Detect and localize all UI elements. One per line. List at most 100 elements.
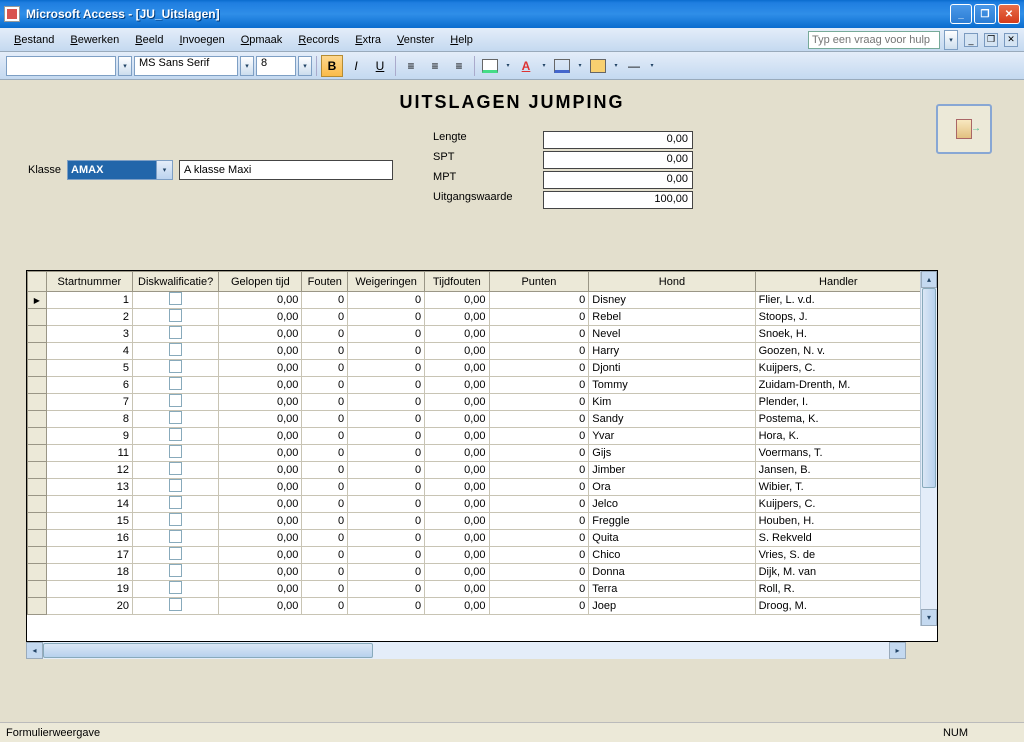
row-selector[interactable] [28,462,47,479]
tijd-cell[interactable]: 0,00 [219,581,302,598]
hond-cell[interactable]: Freggle [589,513,755,530]
menu-help[interactable]: Help [442,31,481,49]
tijdfouten-cell[interactable]: 0,00 [425,292,489,309]
fouten-cell[interactable]: 0 [302,394,348,411]
punten-cell[interactable]: 0 [489,394,589,411]
disq-cell[interactable] [132,360,218,377]
fouten-cell[interactable]: 0 [302,377,348,394]
table-row[interactable]: 150,00000,000FreggleHouben, H. [28,513,922,530]
startnummer-cell[interactable]: 13 [46,479,132,496]
row-selector[interactable] [28,598,47,615]
disq-cell[interactable] [132,462,218,479]
punten-cell[interactable]: 0 [489,377,589,394]
klasse-desc-input[interactable] [179,160,393,180]
tijdfouten-cell[interactable]: 0,00 [425,513,489,530]
startnummer-cell[interactable]: 4 [46,343,132,360]
tijd-cell[interactable]: 0,00 [219,343,302,360]
tijd-cell[interactable]: 0,00 [219,309,302,326]
weigeringen-cell[interactable]: 0 [348,309,425,326]
tijdfouten-cell[interactable]: 0,00 [425,394,489,411]
table-row[interactable]: 80,00000,000SandyPostema, K. [28,411,922,428]
tijdfouten-cell[interactable]: 0,00 [425,564,489,581]
diskwalificatie-checkbox[interactable] [169,547,182,560]
tijd-cell[interactable]: 0,00 [219,377,302,394]
column-header[interactable]: Diskwalificatie? [132,272,218,292]
special-effect-dropdown[interactable]: ▾ [647,55,657,77]
weigeringen-cell[interactable]: 0 [348,377,425,394]
startnummer-cell[interactable]: 3 [46,326,132,343]
startnummer-cell[interactable]: 19 [46,581,132,598]
startnummer-cell[interactable]: 15 [46,513,132,530]
handler-cell[interactable]: Vries, S. de [755,547,921,564]
weigeringen-cell[interactable]: 0 [348,564,425,581]
maximize-button[interactable]: ❐ [974,4,996,24]
row-selector[interactable] [28,411,47,428]
punten-cell[interactable]: 0 [489,581,589,598]
align-center-button[interactable]: ≡ [424,55,446,77]
column-header[interactable]: Hond [589,272,755,292]
punten-cell[interactable]: 0 [489,360,589,377]
disq-cell[interactable] [132,428,218,445]
weigeringen-cell[interactable]: 0 [348,496,425,513]
hond-cell[interactable]: Nevel [589,326,755,343]
hond-cell[interactable]: Jimber [589,462,755,479]
disq-cell[interactable] [132,598,218,615]
fouten-cell[interactable]: 0 [302,343,348,360]
handler-cell[interactable]: Kuijpers, C. [755,360,921,377]
tijdfouten-cell[interactable]: 0,00 [425,479,489,496]
tijdfouten-cell[interactable]: 0,00 [425,309,489,326]
row-selector[interactable] [28,564,47,581]
handler-cell[interactable]: Hora, K. [755,428,921,445]
tijdfouten-cell[interactable]: 0,00 [425,377,489,394]
weigeringen-cell[interactable]: 0 [348,411,425,428]
startnummer-cell[interactable]: 20 [46,598,132,615]
hond-cell[interactable]: Chico [589,547,755,564]
hond-cell[interactable]: Yvar [589,428,755,445]
table-row[interactable]: 170,00000,000ChicoVries, S. de [28,547,922,564]
object-dropdown[interactable]: ▾ [118,56,132,76]
handler-cell[interactable]: Snoek, H. [755,326,921,343]
fouten-cell[interactable]: 0 [302,411,348,428]
font-select[interactable]: MS Sans Serif [134,56,238,76]
scroll-up-arrow[interactable]: ▴ [921,271,937,288]
hond-cell[interactable]: Harry [589,343,755,360]
diskwalificatie-checkbox[interactable] [169,309,182,322]
underline-button[interactable]: U [369,55,391,77]
disq-cell[interactable] [132,326,218,343]
hond-cell[interactable]: Kim [589,394,755,411]
punten-cell[interactable]: 0 [489,547,589,564]
disq-cell[interactable] [132,445,218,462]
menu-invoegen[interactable]: Invoegen [171,31,232,49]
weigeringen-cell[interactable]: 0 [348,513,425,530]
column-header[interactable]: Startnummer [46,272,132,292]
handler-cell[interactable]: Voermans, T. [755,445,921,462]
punten-cell[interactable]: 0 [489,309,589,326]
weigeringen-cell[interactable]: 0 [348,479,425,496]
diskwalificatie-checkbox[interactable] [169,479,182,492]
diskwalificatie-checkbox[interactable] [169,530,182,543]
weigeringen-cell[interactable]: 0 [348,547,425,564]
handler-cell[interactable]: Dijk, M. van [755,564,921,581]
fouten-cell[interactable]: 0 [302,445,348,462]
horizontal-scrollbar[interactable]: ◂ ▸ [26,642,906,659]
hond-cell[interactable]: Donna [589,564,755,581]
fouten-cell[interactable]: 0 [302,428,348,445]
table-row[interactable]: 50,00000,000DjontiKuijpers, C. [28,360,922,377]
weigeringen-cell[interactable]: 0 [348,530,425,547]
bold-button[interactable]: B [321,55,343,77]
handler-cell[interactable]: Zuidam-Drenth, M. [755,377,921,394]
startnummer-cell[interactable]: 17 [46,547,132,564]
punten-cell[interactable]: 0 [489,462,589,479]
tijd-cell[interactable]: 0,00 [219,530,302,547]
disq-cell[interactable] [132,547,218,564]
close-button[interactable]: ✕ [998,4,1020,24]
handler-cell[interactable]: Goozen, N. v. [755,343,921,360]
table-row[interactable]: 180,00000,000DonnaDijk, M. van [28,564,922,581]
hond-cell[interactable]: Rebel [589,309,755,326]
startnummer-cell[interactable]: 9 [46,428,132,445]
diskwalificatie-checkbox[interactable] [169,445,182,458]
exit-button[interactable] [936,104,992,154]
fouten-cell[interactable]: 0 [302,360,348,377]
column-header[interactable]: Gelopen tijd [219,272,302,292]
table-row[interactable]: 110,00000,000GijsVoermans, T. [28,445,922,462]
